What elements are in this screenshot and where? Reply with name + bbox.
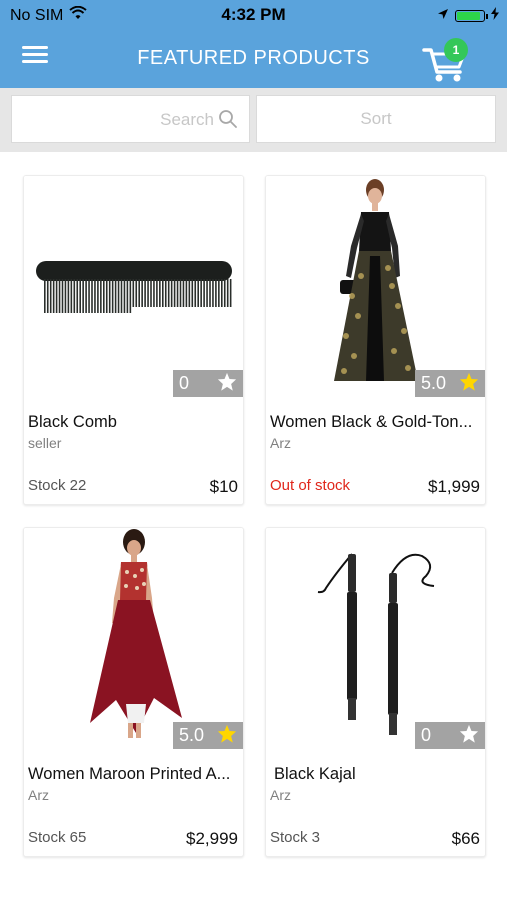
price-label: $66 (451, 829, 480, 848)
rating-badge: 5.0 (173, 722, 243, 749)
product-name: Black Kajal (274, 765, 356, 783)
stock-label: Stock 65 (28, 829, 87, 846)
charging-bolt-icon (491, 7, 499, 25)
product-card[interactable]: 5.0 Women Black & Gold-Ton... Arz Out of… (265, 175, 486, 505)
seller-name: Arz (270, 435, 291, 451)
battery-level (457, 12, 481, 20)
rating-badge: 5.0 (415, 370, 485, 397)
search-sort-bar: Sort (0, 88, 507, 152)
star-empty-icon (459, 724, 479, 748)
rating-value: 0 (421, 725, 432, 745)
rating-badge: 0 (173, 370, 243, 397)
search-icon[interactable] (218, 109, 238, 134)
star-filled-icon (217, 724, 237, 748)
star-empty-icon (217, 372, 237, 396)
product-card[interactable]: 0 Black Kajal Arz Stock 3 $66 (265, 527, 486, 857)
dress-image (266, 176, 485, 398)
product-name: Black Comb (28, 413, 117, 431)
star-filled-icon (459, 372, 479, 396)
seller-name: Arz (28, 787, 49, 803)
search-input[interactable] (12, 96, 214, 144)
cart-button[interactable]: 1 (422, 38, 472, 82)
rating-badge: 0 (415, 722, 485, 749)
status-right (437, 7, 499, 25)
stock-label: Stock 22 (28, 477, 87, 494)
rating-value: 5.0 (421, 373, 447, 393)
kajal-image (266, 528, 485, 750)
product-name: Women Black & Gold-Ton... (270, 413, 473, 431)
app-header: FEATURED PRODUCTS 1 (0, 30, 507, 88)
price-label: $10 (209, 477, 238, 496)
seller-name: Arz (270, 787, 291, 803)
rating-value: 5.0 (179, 725, 205, 745)
product-name: Women Maroon Printed A... (28, 765, 231, 783)
clock: 4:32 PM (221, 5, 286, 24)
sort-button[interactable]: Sort (256, 95, 496, 143)
maroon-dress-image (24, 528, 243, 750)
rating-value: 0 (179, 373, 190, 393)
seller-name: seller (28, 435, 62, 451)
cart-count-badge: 1 (444, 38, 468, 62)
status-bar: No SIM 4:32 PM (0, 0, 507, 30)
location-arrow-icon (437, 7, 449, 25)
stock-label: Stock 3 (270, 829, 321, 846)
search-box[interactable] (11, 95, 250, 144)
price-label: $2,999 (186, 829, 238, 848)
comb-image (24, 176, 243, 398)
battery-icon (455, 10, 488, 22)
product-card[interactable]: 0 Black Comb seller Stock 22 $10 (23, 175, 244, 505)
product-card[interactable]: 5.0 Women Maroon Printed A... Arz Stock … (23, 527, 244, 857)
price-label: $1,999 (428, 477, 480, 496)
stock-label: Out of stock (270, 477, 351, 494)
